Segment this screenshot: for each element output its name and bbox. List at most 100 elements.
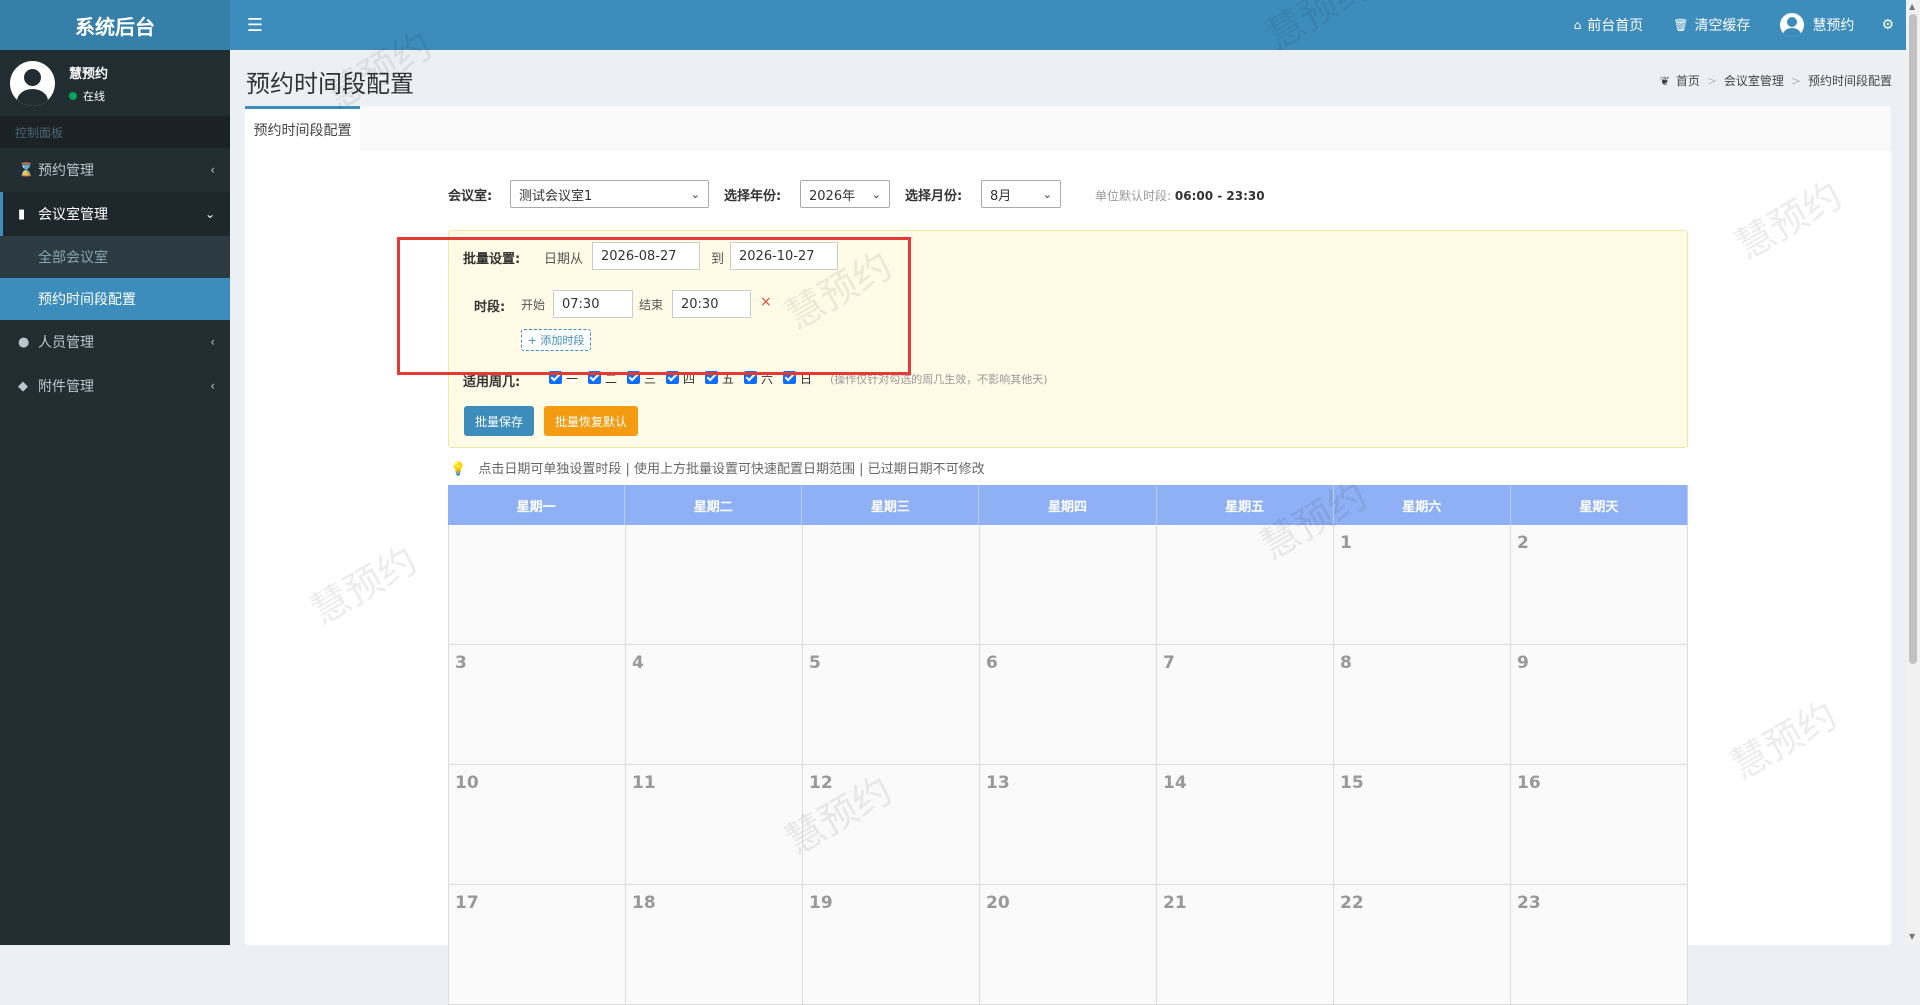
calendar-cell[interactable]: 9	[1511, 645, 1688, 765]
calendar-tip-text: 点击日期可单独设置时段 | 使用上方批量设置可快速配置日期范围 | 已过期日期不…	[478, 462, 985, 477]
breadcrumb-home[interactable]: 首页	[1676, 72, 1700, 89]
year-select[interactable]: 2026年 ⌄	[800, 180, 890, 208]
month-label: 选择月份:	[905, 189, 963, 204]
calendar-cell[interactable]: 20	[980, 885, 1157, 1005]
calendar-cell[interactable]: 13	[980, 765, 1157, 885]
calendar-cell[interactable]: 19	[803, 885, 980, 1005]
calendar-cell[interactable]: 10	[448, 765, 626, 885]
scroll-up-icon[interactable]: ▲	[1909, 2, 1915, 11]
calendar-cell[interactable]: 12	[803, 765, 980, 885]
calendar-date: 3	[455, 653, 467, 673]
calendar-cell[interactable]: 22	[1334, 885, 1511, 1005]
month-select-value: 8月	[990, 188, 1012, 204]
calendar-date: 13	[986, 773, 1010, 793]
tab-bar: 预约时间段配置	[245, 106, 1891, 151]
chevron-left-icon: ‹	[210, 163, 215, 177]
scrollbar-thumb[interactable]	[1909, 14, 1917, 664]
calendar-cell[interactable]: 5	[803, 645, 980, 765]
sidebar-item-booking[interactable]: ⌛ 预约管理 ‹	[0, 148, 230, 192]
year-label: 选择年份:	[724, 189, 782, 204]
rooms-submenu: 全部会议室 预约时间段配置	[0, 236, 230, 320]
calendar-date: 1	[1340, 533, 1352, 553]
sidebar-subitem-time-slots[interactable]: 预约时间段配置	[0, 278, 230, 320]
calendar-cell[interactable]: 23	[1511, 885, 1688, 1005]
sidebar-item-rooms[interactable]: ▮ 会议室管理 ⌄	[0, 192, 230, 236]
calendar-cell[interactable]: 21	[1157, 885, 1334, 1005]
tags-icon: ◆	[18, 378, 28, 394]
calendar-row: 3 4 5 6 7 8 9	[448, 645, 1688, 765]
calendar-cell[interactable]: 17	[448, 885, 626, 1005]
calendar-date: 22	[1340, 893, 1364, 913]
calendar-cell[interactable]: 7	[1157, 645, 1334, 765]
calendar: 星期一 星期二 星期三 星期四 星期五 星期六 星期天 1 2 3 4 5 6 7 8 9 10 1…	[448, 485, 1688, 1005]
default-time-label: 单位默认时段:	[1095, 189, 1172, 203]
calendar-cell	[803, 525, 980, 645]
calendar-cell[interactable]: 6	[980, 645, 1157, 765]
user-status: 在线	[69, 88, 108, 104]
calendar-cell[interactable]: 3	[448, 645, 626, 765]
calendar-date: 20	[986, 893, 1010, 913]
chevron-down-icon: ⌄	[204, 207, 215, 221]
menu-toggle-icon[interactable]: ☰	[230, 0, 280, 50]
home-icon: ⌂	[1573, 18, 1582, 32]
room-select[interactable]: 测试会议室1 ⌄	[510, 180, 709, 208]
frontend-home-link[interactable]: ⌂ 前台首页	[1559, 0, 1659, 50]
calendar-cell[interactable]: 18	[626, 885, 803, 1005]
calendar-cell[interactable]: 8	[1334, 645, 1511, 765]
breadcrumb-current: 预约时间段配置	[1807, 74, 1892, 88]
calendar-date: 6	[986, 653, 998, 673]
calendar-date: 8	[1340, 653, 1352, 673]
room-label: 会议室:	[448, 189, 493, 204]
header-user-name: 慧预约	[1812, 18, 1855, 34]
calendar-header-tue: 星期二	[625, 485, 803, 525]
calendar-cell[interactable]: 11	[626, 765, 803, 885]
calendar-date: 4	[632, 653, 644, 673]
user-menu[interactable]: 慧预约	[1765, 0, 1869, 50]
breadcrumb-rooms[interactable]: 会议室管理	[1724, 72, 1784, 89]
content-header: 预约时间段配置 ❦ 首页 > 会议室管理 > 预约时间段配置	[230, 50, 1906, 105]
tab-time-slot-config[interactable]: 预约时间段配置	[245, 106, 360, 151]
sidebar-item-people[interactable]: ● 人员管理 ‹	[0, 320, 230, 364]
sidebar-item-label: 会议室管理	[38, 207, 108, 223]
breadcrumb-separator: >	[1706, 73, 1717, 88]
calendar-cell[interactable]: 14	[1157, 765, 1334, 885]
calendar-cell[interactable]: 4	[626, 645, 803, 765]
user-info: 慧预约 在线	[69, 63, 108, 104]
batch-restore-button[interactable]: 批量恢复默认	[544, 406, 638, 436]
clear-cache-link[interactable]: 🗑 清空缓存	[1658, 0, 1765, 50]
month-select[interactable]: 8月 ⌄	[981, 180, 1061, 208]
calendar-cell	[980, 525, 1157, 645]
calendar-cell[interactable]: 2	[1511, 525, 1688, 645]
scroll-down-icon[interactable]: ▼	[1909, 932, 1915, 941]
user-panel: 慧预约 在线	[0, 50, 230, 116]
calendar-date: 16	[1517, 773, 1541, 793]
calendar-date: 10	[455, 773, 479, 793]
calendar-header-sat: 星期六	[1334, 485, 1511, 525]
navbar-right: ⌂ 前台首页 🗑 清空缓存 慧预约 ⚙	[1559, 0, 1906, 50]
calendar-cell[interactable]: 1	[1334, 525, 1511, 645]
calendar-header-sun: 星期天	[1511, 485, 1688, 525]
calendar-date: 19	[809, 893, 833, 913]
calendar-cell[interactable]: 15	[1334, 765, 1511, 885]
calendar-date: 11	[632, 773, 656, 793]
calendar-date: 7	[1163, 653, 1175, 673]
sidebar-item-attachments[interactable]: ◆ 附件管理 ‹	[0, 364, 230, 408]
app-logo[interactable]: 系统后台	[0, 0, 230, 50]
calendar-cell	[1157, 525, 1334, 645]
calendar-date: 17	[455, 893, 479, 913]
calendar-body: 1 2 3 4 5 6 7 8 9 10 11 12 13 14 15 16 17 18 19 20 21 22 23	[448, 525, 1688, 1005]
calendar-header-thu: 星期四	[979, 485, 1157, 525]
calendar-row: 10 11 12 13 14 15 16	[448, 765, 1688, 885]
sidebar-subitem-all-rooms[interactable]: 全部会议室	[0, 236, 230, 278]
cogs-icon[interactable]: ⚙	[1869, 0, 1906, 50]
page-scrollbar[interactable]: ▲ ▼	[1906, 0, 1920, 945]
calendar-cell[interactable]: 16	[1511, 765, 1688, 885]
calendar-date: 15	[1340, 773, 1364, 793]
chevron-down-icon: ⌄	[690, 187, 700, 201]
default-time-hint: 单位默认时段: 06:00 - 23:30	[1095, 187, 1265, 204]
batch-save-button[interactable]: 批量保存	[464, 406, 534, 436]
calendar-tip: 💡 点击日期可单独设置时段 | 使用上方批量设置可快速配置日期范围 | 已过期日…	[450, 458, 985, 477]
top-navbar: ☰ ⌂ 前台首页 🗑 清空缓存 慧预约 ⚙	[230, 0, 1906, 50]
lightbulb-icon: 💡	[450, 462, 467, 477]
online-dot-icon	[69, 91, 77, 100]
